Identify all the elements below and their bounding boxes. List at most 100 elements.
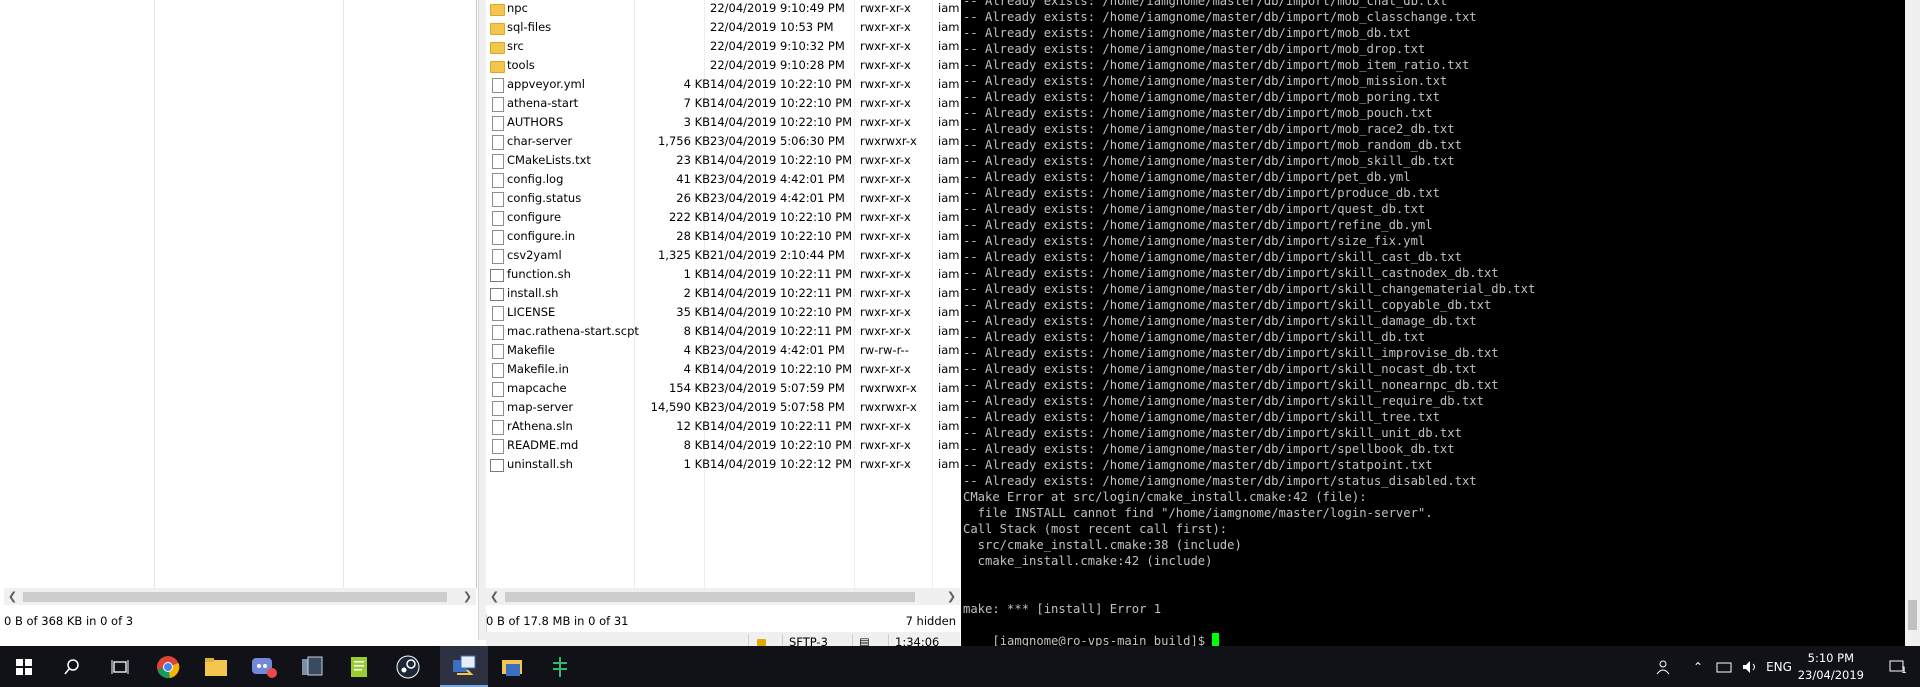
file-owner: iam xyxy=(938,39,960,53)
scroll-right-arrow-icon[interactable]: ❯ xyxy=(459,588,476,605)
taskbar-app-winscp[interactable] xyxy=(440,646,488,687)
file-modified: 14/04/2019 10:22:11 PM xyxy=(710,419,853,433)
terminal-vertical-scrollbar[interactable] xyxy=(1905,0,1920,646)
file-row[interactable]: function.sh 1 KB 14/04/2019 10:22:11 PM rwx… xyxy=(486,265,960,284)
terminal-line: -- Already exists: /home/iamgnome/master… xyxy=(963,154,1455,168)
people-button[interactable] xyxy=(1650,646,1678,687)
file-row[interactable]: config.status 26 KB 23/04/2019 4:42:01 PM r… xyxy=(486,189,960,208)
terminal-line: -- Already exists: /home/iamgnome/master… xyxy=(963,138,1462,152)
file-row[interactable]: athena-start 7 KB 14/04/2019 10:22:10 PM rw… xyxy=(486,94,960,113)
taskbar-app-file-explorer[interactable] xyxy=(192,646,240,687)
scrollbar-thumb[interactable] xyxy=(505,592,915,602)
file-name: athena-start xyxy=(507,96,579,110)
local-horizontal-scrollbar[interactable]: ❮ ❯ xyxy=(4,588,476,605)
file-name: config.log xyxy=(507,172,564,186)
file-row[interactable]: appveyor.yml 4 KB 14/04/2019 10:22:10 PM rw… xyxy=(486,75,960,94)
taskbar-app-2[interactable] xyxy=(488,646,536,687)
file-modified: 14/04/2019 10:22:12 PM xyxy=(710,457,853,471)
scroll-left-arrow-icon[interactable]: ❮ xyxy=(4,588,21,605)
file-row[interactable]: config.log 41 KB 23/04/2019 4:42:01 PM rwxr… xyxy=(486,170,960,189)
file-row[interactable]: mac.rathena-start.scpt 8 KB 14/04/2019 10:… xyxy=(486,322,960,341)
start-button[interactable] xyxy=(0,646,48,687)
file-row[interactable]: rAthena.sln 12 KB 14/04/2019 10:22:11 PM rw… xyxy=(486,417,960,436)
scrollbar-thumb[interactable] xyxy=(23,592,447,602)
terminal-line: -- Already exists: /home/iamgnome/master… xyxy=(963,202,1426,216)
file-name: appveyor.yml xyxy=(507,77,585,91)
file-owner: iam xyxy=(938,286,960,300)
file-owner: iam xyxy=(938,115,960,129)
file-row[interactable]: mapcache 154 KB 23/04/2019 5:07:59 PM rwxrw… xyxy=(486,379,960,398)
file-owner: iam xyxy=(938,343,960,357)
file-row[interactable]: npc 22/04/2019 9:10:49 PM rwxr-xr-x iam xyxy=(486,0,960,18)
file-row[interactable]: sql-files 22/04/2019 10:53 PM rwxr-xr-x iam xyxy=(486,18,960,37)
file-row[interactable]: uninstall.sh 1 KB 14/04/2019 10:22:12 PM rw… xyxy=(486,455,960,474)
hidden-files-count[interactable]: 7 hidden xyxy=(906,612,956,630)
file-row[interactable]: LICENSE 35 KB 14/04/2019 10:22:10 PM rwxr-x… xyxy=(486,303,960,322)
network-icon[interactable] xyxy=(1712,646,1736,687)
file-name: src xyxy=(507,39,524,53)
system-clock[interactable]: 5:10 PM 23/04/2019 xyxy=(1798,650,1864,684)
file-icon xyxy=(492,382,504,397)
file-row[interactable]: csv2yaml 1,325 KB 21/04/2019 2:10:44 PM rwx… xyxy=(486,246,960,265)
file-icon xyxy=(492,230,504,245)
file-modified: 14/04/2019 10:22:10 PM xyxy=(710,115,853,129)
taskbar-app-3[interactable] xyxy=(536,646,584,687)
taskbar-app-steam[interactable] xyxy=(384,646,432,687)
file-owner: iam xyxy=(938,191,960,205)
language-indicator[interactable]: ENG xyxy=(1764,646,1794,687)
terminal-line: -- Already exists: /home/iamgnome/master… xyxy=(963,282,1536,296)
file-modified: 14/04/2019 10:22:10 PM xyxy=(710,305,853,319)
terminal-line: -- Already exists: /home/iamgnome/master… xyxy=(963,218,1433,232)
terminal-window[interactable]: -- Already exists: /home/iamgnome/master… xyxy=(961,0,1905,646)
file-owner: iam xyxy=(938,172,960,186)
terminal-line: -- Already exists: /home/iamgnome/master… xyxy=(963,378,1499,392)
file-row[interactable]: AUTHORS 3 KB 14/04/2019 10:22:10 PM rwxr-xr… xyxy=(486,113,960,132)
taskbar-app-1[interactable] xyxy=(288,646,336,687)
terminal-prompt[interactable]: [iamgnome@ro-vps-main build]$ xyxy=(963,617,1220,646)
terminal-line: -- Already exists: /home/iamgnome/master… xyxy=(963,346,1499,360)
plug-icon xyxy=(553,656,567,677)
scroll-right-arrow-icon[interactable]: ❯ xyxy=(943,588,960,605)
file-row[interactable]: CMakeLists.txt 23 KB 14/04/2019 10:22:10 P… xyxy=(486,151,960,170)
taskbar-app-discord[interactable] xyxy=(240,646,288,687)
taskbar-app-notepad-plus-plus[interactable] xyxy=(336,646,384,687)
file-name: configure xyxy=(507,210,562,224)
terminal-line: -- Already exists: /home/iamgnome/master… xyxy=(963,234,1426,248)
taskbar-app-chrome[interactable] xyxy=(144,646,192,687)
file-row[interactable]: install.sh 2 KB 14/04/2019 10:22:11 PM rwxr… xyxy=(486,284,960,303)
local-file-list[interactable] xyxy=(4,0,477,588)
file-owner: iam xyxy=(938,229,960,243)
script-file-icon xyxy=(490,459,504,472)
task-view-button[interactable] xyxy=(96,646,144,687)
show-hidden-icons-button[interactable]: ⌃ xyxy=(1686,646,1710,687)
file-row[interactable]: Makefile.in 4 KB 14/04/2019 10:22:10 PM rwx… xyxy=(486,360,960,379)
search-button[interactable] xyxy=(48,646,96,687)
file-row[interactable]: Makefile 4 KB 23/04/2019 4:42:01 PM rw-rw-r… xyxy=(486,341,960,360)
file-permissions: rwxr-xr-x xyxy=(860,229,911,243)
file-icon xyxy=(492,173,504,188)
file-row[interactable]: map-server 14,590 KB 23/04/2019 5:07:58 PM… xyxy=(486,398,960,417)
local-file-pane[interactable]: ❮ ❯ 0 B of 368 KB in 0 of 3 xyxy=(0,0,478,628)
file-row[interactable]: tools 22/04/2019 9:10:28 PM rwxr-xr-x iam xyxy=(486,56,960,75)
file-size: 26 KB xyxy=(676,191,710,205)
file-modified: 22/04/2019 10:53 PM xyxy=(710,20,834,34)
remote-horizontal-scrollbar[interactable]: ❮ ❯ xyxy=(486,588,960,605)
file-icon xyxy=(492,344,504,359)
remote-file-pane[interactable]: npc 22/04/2019 9:10:49 PM rwxr-xr-x iam sql-… xyxy=(486,0,960,614)
file-row[interactable]: char-server 1,756 KB 23/04/2019 5:06:30 PM… xyxy=(486,132,960,151)
action-center-button[interactable]: 1 xyxy=(1880,646,1916,687)
volume-icon[interactable] xyxy=(1738,646,1762,687)
file-modified: 14/04/2019 10:22:11 PM xyxy=(710,286,853,300)
file-row[interactable]: configure 222 KB 14/04/2019 10:22:10 PM rwx… xyxy=(486,208,960,227)
file-row[interactable]: src 22/04/2019 9:10:32 PM rwxr-xr-x iam xyxy=(486,37,960,56)
scrollbar-thumb[interactable] xyxy=(1908,600,1917,630)
file-permissions: rw-rw-r-- xyxy=(860,343,909,357)
clock-time: 5:10 PM xyxy=(1807,651,1855,665)
scroll-left-arrow-icon[interactable]: ❮ xyxy=(486,588,503,605)
file-row[interactable]: README.md 8 KB 14/04/2019 10:22:10 PM rwxr-… xyxy=(486,436,960,455)
file-row[interactable]: configure.in 28 KB 14/04/2019 10:22:10 PM r… xyxy=(486,227,960,246)
file-name: AUTHORS xyxy=(507,115,564,129)
file-permissions: rwxr-xr-x xyxy=(860,286,911,300)
file-size: 12 KB xyxy=(676,419,710,433)
terminal-line: -- Already exists: /home/iamgnome/master… xyxy=(963,362,1477,376)
